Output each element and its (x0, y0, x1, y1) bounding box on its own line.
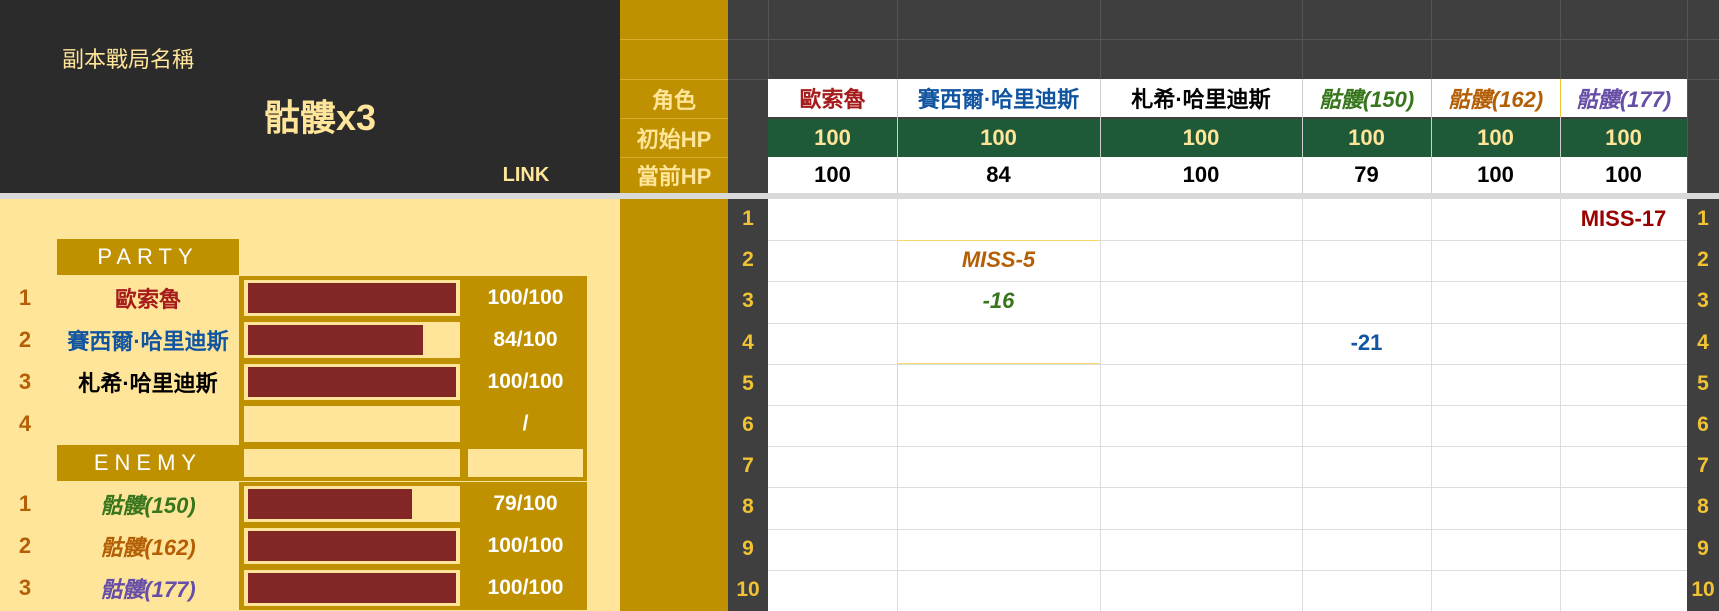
role-label: 角色 (651, 87, 696, 113)
character-initial-hp: 100 (814, 125, 851, 150)
instance-label: 副本戰局名稱 (62, 47, 195, 72)
character-initial-hp: 100 (1477, 125, 1514, 150)
grid-row-line (768, 405, 1687, 406)
enemy-title: ENEMY (57, 445, 239, 481)
grid-col-line (1560, 199, 1561, 611)
grid-col-line (1100, 199, 1101, 611)
grid-row-line (768, 364, 1687, 365)
turn-number-right: 8 (1697, 495, 1709, 518)
character-initial-hp: 100 (1348, 125, 1385, 150)
turn-number-left: 8 (742, 495, 754, 518)
turn-number-right: 4 (1697, 331, 1709, 354)
character-current-hp: 100 (1182, 162, 1220, 187)
enemy-member-index: 1 (18, 491, 32, 516)
turn-number-left: 6 (742, 413, 754, 436)
enemy-hp-header-inner-b (468, 449, 583, 477)
character-header-name: 賽西爾·哈里迪斯 (917, 87, 1080, 112)
header-column-divider (1302, 79, 1303, 193)
turn-number-right: 6 (1697, 413, 1709, 436)
party-member-name: 札希·哈里迪斯 (78, 371, 218, 396)
party-hp-value: 84/100 (493, 328, 558, 351)
party-member-name: 賽西爾·哈里迪斯 (67, 329, 229, 354)
character-current-hp: 100 (1605, 162, 1642, 187)
enemy-hp-bar-fill (248, 573, 456, 603)
enemy-member-name: 骷髏(162) (100, 535, 196, 560)
party-member-index: 2 (18, 327, 32, 352)
turn-number-left: 7 (742, 454, 754, 477)
turn-number-left: 5 (742, 372, 754, 395)
grid-row-line (768, 570, 1687, 571)
enemy-hp-bar-fill (248, 489, 412, 519)
character-initial-hp: 100 (980, 125, 1017, 150)
party-hp-value: 100/100 (487, 286, 564, 309)
enemy-member-name: 骷髏(177) (100, 577, 196, 602)
character-current-hp: 79 (1354, 162, 1379, 187)
turn-log-entry[interactable]: -21 (1302, 323, 1431, 363)
party-hp-value: 100/100 (487, 370, 564, 393)
initial-hp-label: 初始HP (636, 126, 712, 152)
grid-row-line (768, 487, 1687, 488)
character-header-name: 歐索魯 (799, 87, 866, 112)
turn-number-left: 1 (742, 207, 754, 230)
enemy-hp-bar-fill (248, 531, 456, 561)
turn-number-right: 9 (1697, 537, 1709, 560)
party-hp-value: / (522, 412, 529, 435)
party-member-index: 4 (18, 411, 32, 436)
grid-col-line (1431, 199, 1432, 611)
character-initial-hp: 100 (1605, 125, 1642, 150)
turn-number-right: 10 (1691, 578, 1715, 601)
party-member-name: 歐索魯 (114, 287, 181, 312)
enemy-member-index: 2 (18, 533, 32, 558)
turn-number-left: 3 (742, 289, 754, 312)
name-cell-border (1431, 79, 1432, 117)
turn-number-left: 2 (742, 248, 754, 271)
enemy-hp-value: 100/100 (487, 534, 564, 557)
turn-number-right: 7 (1697, 454, 1709, 477)
turn-number-left: 4 (742, 331, 754, 354)
enemy-hp-value: 79/100 (493, 492, 558, 515)
party-hp-bar-track (244, 406, 460, 442)
current-hp-label: 當前HP (636, 164, 712, 189)
turn-log-entry[interactable]: MISS-17 (1560, 199, 1687, 239)
character-header-name: 骷髏(177) (1575, 87, 1672, 112)
turn-number-right: 2 (1697, 248, 1709, 271)
party-member-index: 3 (18, 369, 32, 394)
cell-selection-edge (897, 364, 898, 405)
character-current-hp: 100 (1477, 162, 1514, 187)
turn-number-left: 10 (736, 578, 760, 601)
header-column-divider (1100, 79, 1101, 193)
party-member-name (57, 405, 239, 443)
party-hp-bar-fill (248, 283, 456, 313)
character-current-hp: 84 (986, 162, 1011, 187)
grid-row-line (768, 529, 1687, 530)
header-column-divider (897, 79, 898, 193)
turn-log-entry[interactable]: MISS-5 (897, 240, 1100, 280)
character-header-name: 札希·哈里迪斯 (1131, 87, 1271, 112)
link-button[interactable]: LINK (480, 160, 572, 190)
instance-name: 骷髏x3 (263, 97, 377, 138)
turn-number-right: 1 (1697, 207, 1709, 230)
party-member-index: 1 (18, 285, 32, 310)
turn-number-right: 5 (1697, 372, 1709, 395)
party-title: PARTY (57, 239, 239, 275)
turn-number-left: 9 (742, 537, 754, 560)
grid-row-line (768, 446, 1687, 447)
character-initial-hp: 100 (1182, 125, 1220, 150)
party-hp-bar-fill (248, 367, 456, 397)
enemy-hp-header-inner-a (244, 449, 460, 477)
enemy-hp-value: 100/100 (487, 576, 564, 599)
character-header-name: 骷髏(150) (1318, 87, 1415, 112)
character-header-name: 骷髏(162) (1447, 87, 1544, 112)
enemy-member-index: 3 (18, 575, 32, 600)
grid-col-line (1302, 199, 1303, 611)
character-current-hp: 100 (814, 162, 851, 187)
party-hp-bar-fill (248, 325, 423, 355)
enemy-member-name: 骷髏(150) (100, 493, 196, 518)
name-cell-border (1560, 79, 1561, 117)
turn-number-right: 3 (1697, 289, 1709, 312)
turn-log-entry[interactable]: -16 (897, 281, 1100, 321)
